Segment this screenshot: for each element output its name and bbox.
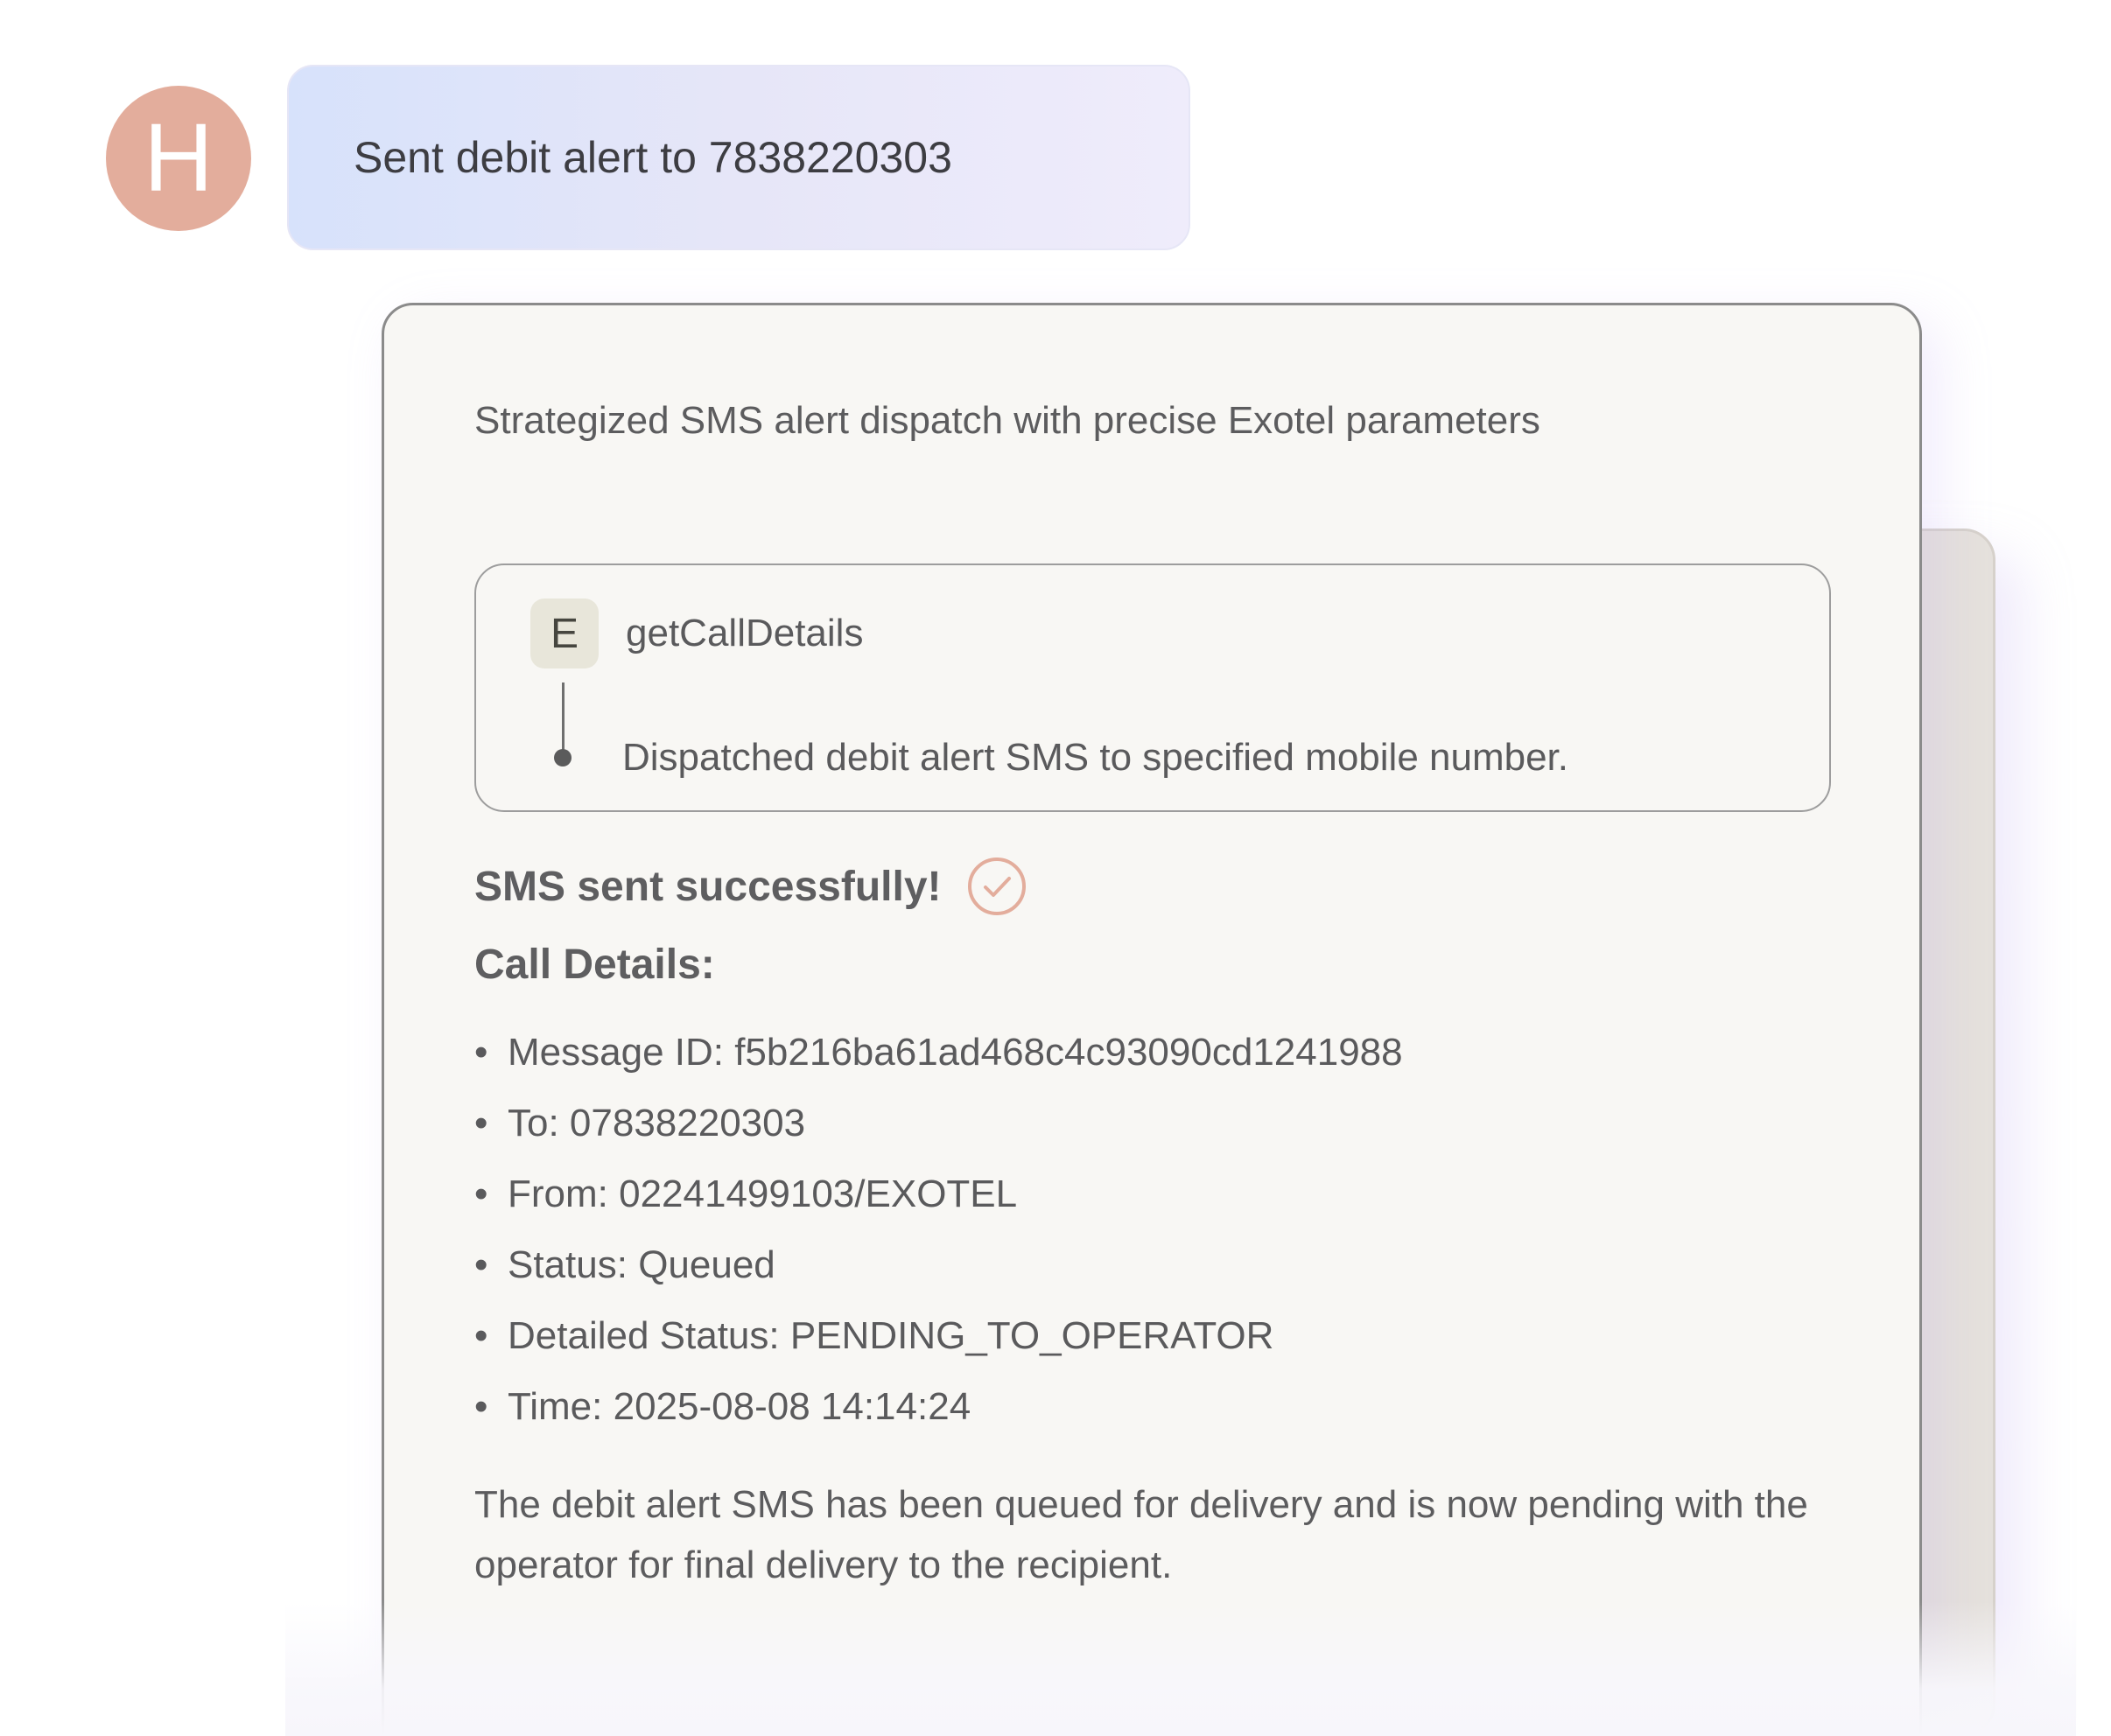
bullet: • <box>474 1172 488 1215</box>
details-heading: Call Details: <box>474 942 715 988</box>
bullet: • <box>474 1031 488 1074</box>
user-message-text: Sent debit alert to 7838220303 <box>354 133 952 182</box>
avatar-letter: H <box>144 104 214 212</box>
user-avatar: H <box>106 86 251 231</box>
detail-item-time: • Time: 2025-08-08 14:14:24 <box>474 1379 1403 1450</box>
assistant-response-card: Strategized SMS alert dispatch with prec… <box>382 303 1922 1736</box>
details-list: • Message ID: f5b216ba61ad468c4c93090cd12… <box>474 1025 1403 1450</box>
user-message-bubble: Sent debit alert to 7838220303 <box>287 65 1190 250</box>
success-row: SMS sent successfully! <box>474 851 1027 921</box>
detail-text: To: 07838220303 <box>508 1102 806 1144</box>
detail-item-to: • To: 07838220303 <box>474 1096 1403 1166</box>
detail-text: Message ID: f5b216ba61ad468c4c93090cd124… <box>508 1031 1403 1074</box>
bullet: • <box>474 1385 488 1428</box>
detail-item-status: • Status: Queued <box>474 1237 1403 1308</box>
bullet: • <box>474 1243 488 1286</box>
tool-badge-letter: E <box>550 610 579 657</box>
detail-text: Status: Queued <box>508 1243 775 1286</box>
detail-item-message-id: • Message ID: f5b216ba61ad468c4c93090cd12… <box>474 1025 1403 1096</box>
timeline-connector <box>562 682 565 751</box>
bullet: • <box>474 1102 488 1144</box>
tool-call-panel[interactable]: E getCallDetails Dispatched debit alert … <box>474 564 1831 812</box>
detail-text: From: 02241499103/EXOTEL <box>508 1172 1018 1215</box>
thinking-summary[interactable]: Strategized SMS alert dispatch with prec… <box>474 393 1831 449</box>
closing-paragraph: The debit alert SMS has been queued for … <box>474 1483 1808 1586</box>
success-message: SMS sent successfully! <box>474 863 942 910</box>
card-content: Strategized SMS alert dispatch with prec… <box>474 393 1831 1586</box>
tool-badge-icon: E <box>530 598 599 668</box>
tool-result-text: Dispatched debit alert SMS to specified … <box>622 736 1569 779</box>
detail-item-from: • From: 02241499103/EXOTEL <box>474 1166 1403 1237</box>
bullet: • <box>474 1314 488 1357</box>
timeline-dot-icon <box>554 749 572 766</box>
detail-item-detailed-status: • Detailed Status: PENDING_TO_OPERATOR <box>474 1308 1403 1379</box>
chat-view: H Sent debit alert to 7838220303 Strateg… <box>0 0 2111 1736</box>
detail-text: Time: 2025-08-08 14:14:24 <box>508 1385 971 1428</box>
detail-text: Detailed Status: PENDING_TO_OPERATOR <box>508 1314 1274 1357</box>
tool-name: getCallDetails <box>626 612 864 654</box>
check-circle-icon <box>967 858 1026 915</box>
